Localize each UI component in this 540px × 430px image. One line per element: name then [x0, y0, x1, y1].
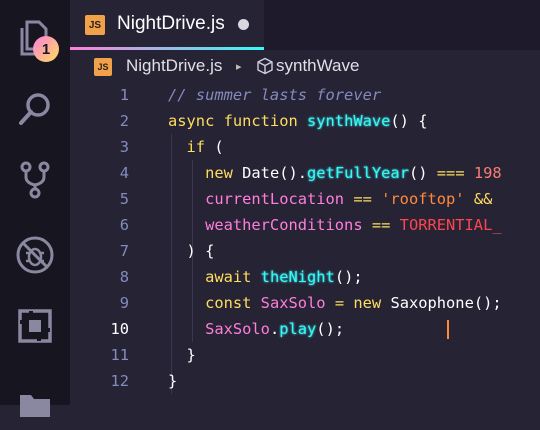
code-token: if: [168, 138, 206, 156]
code-line[interactable]: 4 new Date().getFullYear() === 198: [70, 160, 540, 186]
breadcrumb-symbol[interactable]: synthWave: [276, 56, 359, 76]
code-token: ();: [473, 294, 502, 312]
line-number: 3: [119, 138, 129, 156]
code-text: const SaxSolo = new Saxophone();: [168, 290, 502, 316]
line-number: 7: [119, 242, 129, 260]
code-text: weatherConditions == TORRENTIAL_: [168, 212, 502, 238]
code-token: Date: [242, 164, 280, 182]
line-number: 4: [119, 164, 129, 182]
debug-icon[interactable]: [0, 229, 70, 281]
js-file-icon: JS: [85, 15, 105, 35]
js-file-icon: JS: [94, 58, 112, 76]
code-line[interactable]: 9 const SaxSolo = new Saxophone();: [70, 290, 540, 316]
tab-bar: JS NightDrive.js: [70, 0, 540, 50]
code-token: getFullYear: [307, 164, 409, 182]
text-cursor: [447, 320, 449, 339]
code-line[interactable]: 12}: [70, 368, 540, 394]
folder-icon[interactable]: [0, 378, 70, 430]
code-token: theNight: [260, 268, 335, 286]
code-text: if (: [168, 134, 224, 160]
code-token: synthWave: [307, 112, 391, 130]
code-token: SaxSolo: [168, 320, 270, 338]
extensions-icon[interactable]: [0, 300, 70, 352]
code-token: .: [269, 320, 280, 338]
code-token: weatherConditions: [168, 216, 363, 234]
code-text: await theNight();: [168, 264, 363, 290]
code-token: 198: [464, 164, 502, 182]
code-token: ===: [436, 164, 465, 182]
code-token: currentLocation: [168, 190, 345, 208]
code-text: async function synthWave() {: [168, 108, 427, 134]
line-number: 10: [110, 320, 129, 338]
code-token: TORRENTIAL_: [399, 216, 502, 234]
code-line[interactable]: 2 async function synthWave() {: [70, 108, 540, 134]
line-number: 1: [119, 86, 129, 104]
code-token: // summer lasts forever: [168, 86, 382, 104]
explorer-badge: 1: [33, 36, 59, 62]
code-line[interactable]: 5 currentLocation == 'rooftop' &&: [70, 186, 540, 212]
line-number: 11: [110, 346, 129, 364]
code-token: ==: [362, 216, 400, 234]
code-line[interactable]: 1 // summer lasts forever: [70, 82, 540, 108]
code-token: 'rooftop': [381, 190, 465, 208]
code-line[interactable]: 7 ) {: [70, 238, 540, 264]
line-number: 5: [119, 190, 129, 208]
code-line[interactable]: 10 SaxSolo.play();: [70, 316, 540, 342]
code-token: }: [168, 346, 196, 364]
code-text: }: [168, 368, 177, 394]
code-token: &&: [464, 190, 493, 208]
code-line[interactable]: 8 await theNight();: [70, 264, 540, 290]
code-text: currentLocation == 'rooftop' &&: [168, 186, 492, 212]
code-editor[interactable]: 1 // summer lasts forever 2 async function …: [70, 82, 540, 405]
line-number: 6: [119, 216, 129, 234]
code-text: }: [168, 342, 196, 368]
source-control-icon[interactable]: [0, 154, 70, 206]
line-number: 8: [119, 268, 129, 286]
code-token: ();: [334, 268, 363, 286]
code-token: (): [408, 164, 437, 182]
activity-bar: 1: [0, 0, 70, 417]
code-text: new Date().getFullYear() === 198: [168, 160, 502, 186]
code-token: =: [325, 294, 354, 312]
code-token: await: [168, 268, 261, 286]
line-number: 9: [119, 294, 129, 312]
code-token: ().: [279, 164, 308, 182]
tab-nightdrive[interactable]: JS NightDrive.js: [70, 0, 264, 50]
code-token: ) {: [168, 242, 215, 260]
code-token: (: [205, 138, 224, 156]
code-line[interactable]: 11 }: [70, 342, 540, 368]
code-token: const: [168, 294, 261, 312]
symbol-method-icon: [256, 57, 274, 80]
code-token: }: [168, 372, 178, 390]
code-text: ) {: [168, 238, 215, 264]
active-tab-indicator: [70, 47, 264, 50]
code-token: new: [353, 294, 391, 312]
code-token: async function: [168, 112, 307, 130]
code-token: new: [168, 164, 243, 182]
code-token: () {: [390, 112, 428, 130]
line-number: 2: [119, 112, 129, 130]
code-text: SaxSolo.play();: [168, 316, 344, 342]
tab-label: NightDrive.js: [117, 13, 225, 34]
code-token: Saxophone: [390, 294, 474, 312]
unsaved-dot-icon[interactable]: [238, 19, 249, 30]
code-line[interactable]: 6 weatherConditions == TORRENTIAL_: [70, 212, 540, 238]
code-text: // summer lasts forever: [168, 82, 381, 108]
code-token: ==: [344, 190, 382, 208]
breadcrumb-file[interactable]: NightDrive.js: [126, 56, 222, 76]
breadcrumb: JS NightDrive.js ▸ synthWave: [70, 52, 540, 82]
code-token: play: [279, 320, 317, 338]
code-line[interactable]: 3 if (: [70, 134, 540, 160]
code-token: SaxSolo: [260, 294, 326, 312]
search-icon[interactable]: [0, 83, 70, 135]
code-token: ();: [316, 320, 345, 338]
line-number: 12: [110, 372, 129, 390]
breadcrumb-separator-icon: ▸: [236, 61, 242, 73]
